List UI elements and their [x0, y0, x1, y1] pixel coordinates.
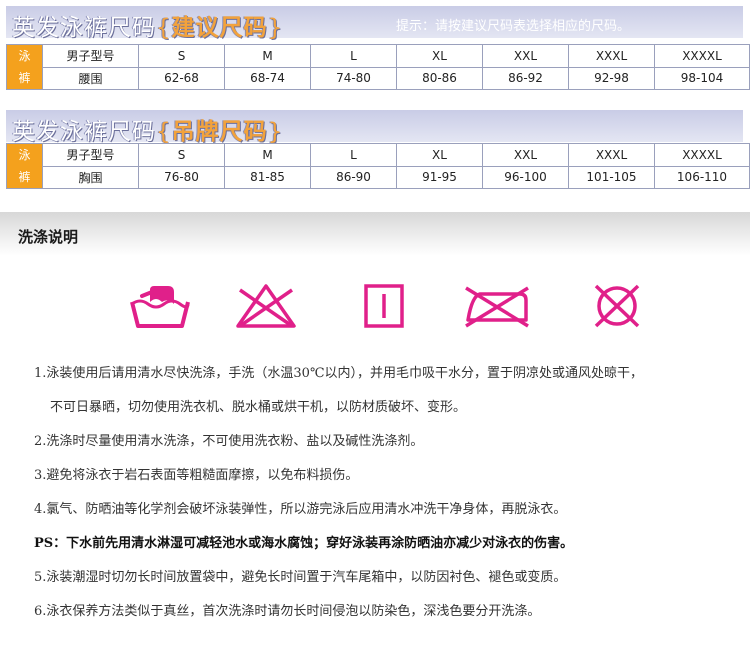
highlight-text: 建议尺码 — [171, 15, 268, 41]
value-cell: 86-90 — [310, 165, 397, 189]
size-cell: S — [138, 44, 225, 68]
hand-wash-icon — [130, 286, 190, 328]
value-cell: 68-74 — [224, 66, 311, 90]
size-cell: XXL — [482, 143, 569, 167]
suggested-size-title: 英发泳裤尺码{建议尺码} — [12, 8, 283, 42]
wash-note: 4.氯气、防晒油等化学剂会破坏泳装弹性，所以游完泳后应用清水冲洗干净身体，再脱泳… — [34, 502, 567, 517]
wash-note: 3.避免将泳衣于岩石表面等粗糙面摩擦，以免布料损伤。 — [34, 468, 359, 483]
size-cell: S — [138, 143, 225, 167]
wash-title: 洗涤说明 — [18, 228, 79, 246]
tag-size-title: 英发泳裤尺码{吊牌尺码} — [12, 112, 283, 146]
row-label-chest: 胸围 — [42, 165, 139, 189]
size-cell: M — [224, 44, 311, 68]
value-cell: 80-86 — [396, 66, 483, 90]
value-cell: 81-85 — [224, 165, 311, 189]
size-cell: XL — [396, 143, 483, 167]
value-cell: 101-105 — [568, 165, 655, 189]
size-tip: 提示：请按建议尺码表选择相应的尺码。 — [396, 19, 631, 34]
wash-note: 不可日暴晒，切勿使用洗衣机、脱水桶或烘干机，以防材质破坏、变形。 — [50, 400, 467, 415]
brace-open: { — [156, 119, 172, 145]
wash-note-ps: PS：下水前先用清水淋湿可减轻池水或海水腐蚀；穿好泳装再涂防晒油亦减少对泳衣的伤… — [34, 536, 574, 551]
row-label-waist: 腰围 — [42, 66, 139, 90]
value-cell: 76-80 — [138, 165, 225, 189]
suggested-size-header: 英发泳裤尺码{建议尺码} 提示：请按建议尺码表选择相应的尺码。 — [6, 6, 743, 41]
value-cell: 98-104 — [654, 66, 750, 90]
size-cell: M — [224, 143, 311, 167]
value-cell: 92-98 — [568, 66, 655, 90]
row-label-model: 男子型号 — [42, 44, 139, 68]
no-iron-icon — [465, 286, 529, 328]
size-cell: XXXL — [568, 143, 655, 167]
size-cell: XXXXL — [654, 44, 750, 68]
wash-header: 洗涤说明 — [0, 212, 750, 256]
line-dry-icon — [364, 284, 404, 328]
value-cell: 86-92 — [482, 66, 569, 90]
no-bleach-icon — [236, 284, 296, 328]
title-text: 英发泳裤尺码 — [12, 119, 156, 145]
value-cell: 74-80 — [310, 66, 397, 90]
size-cell: XXXL — [568, 44, 655, 68]
wash-note: 6.泳衣保养方法类似于真丝，首次洗涤时请勿长时间侵泡以防染色，深浅色要分开洗涤。 — [34, 604, 541, 619]
side-label: 泳裤 — [6, 143, 43, 189]
side-label: 泳裤 — [6, 44, 43, 90]
wash-note: 2.洗涤时尽量使用清水洗涤，不可使用洗衣粉、盐以及碱性洗涤剂。 — [34, 434, 424, 449]
size-cell: XXL — [482, 44, 569, 68]
value-cell: 62-68 — [138, 66, 225, 90]
value-cell: 106-110 — [654, 165, 750, 189]
brace-open: { — [156, 15, 172, 41]
highlight-text: 吊牌尺码 — [171, 119, 268, 145]
size-cell: L — [310, 44, 397, 68]
size-cell: XXXXL — [654, 143, 750, 167]
size-cell: XL — [396, 44, 483, 68]
title-text: 英发泳裤尺码 — [12, 15, 156, 41]
suggested-size-table: 泳裤 男子型号 S M L XL XXL XXXL XXXXL 腰围 62-68… — [6, 44, 750, 90]
wash-note: 5.泳装潮湿时切勿长时间放置袋中，避免长时间置于汽车尾箱中，以防因衬色、褪色或变… — [34, 570, 567, 585]
tag-size-header: 英发泳裤尺码{吊牌尺码} — [6, 110, 743, 145]
tag-size-table: 泳裤 男子型号 S M L XL XXL XXXL XXXXL 胸围 76-80… — [6, 143, 750, 189]
value-cell: 96-100 — [482, 165, 569, 189]
wash-note: 1.泳装使用后请用清水尽快洗涤，手洗（水温30℃以内），并用毛巾吸干水分，置于阴… — [34, 366, 643, 381]
brace-close: } — [267, 15, 284, 41]
value-cell: 91-95 — [396, 165, 483, 189]
brace-close: } — [267, 119, 284, 145]
care-icons — [0, 282, 750, 332]
row-label-model: 男子型号 — [42, 143, 139, 167]
no-dry-clean-icon — [594, 284, 640, 328]
size-cell: L — [310, 143, 397, 167]
